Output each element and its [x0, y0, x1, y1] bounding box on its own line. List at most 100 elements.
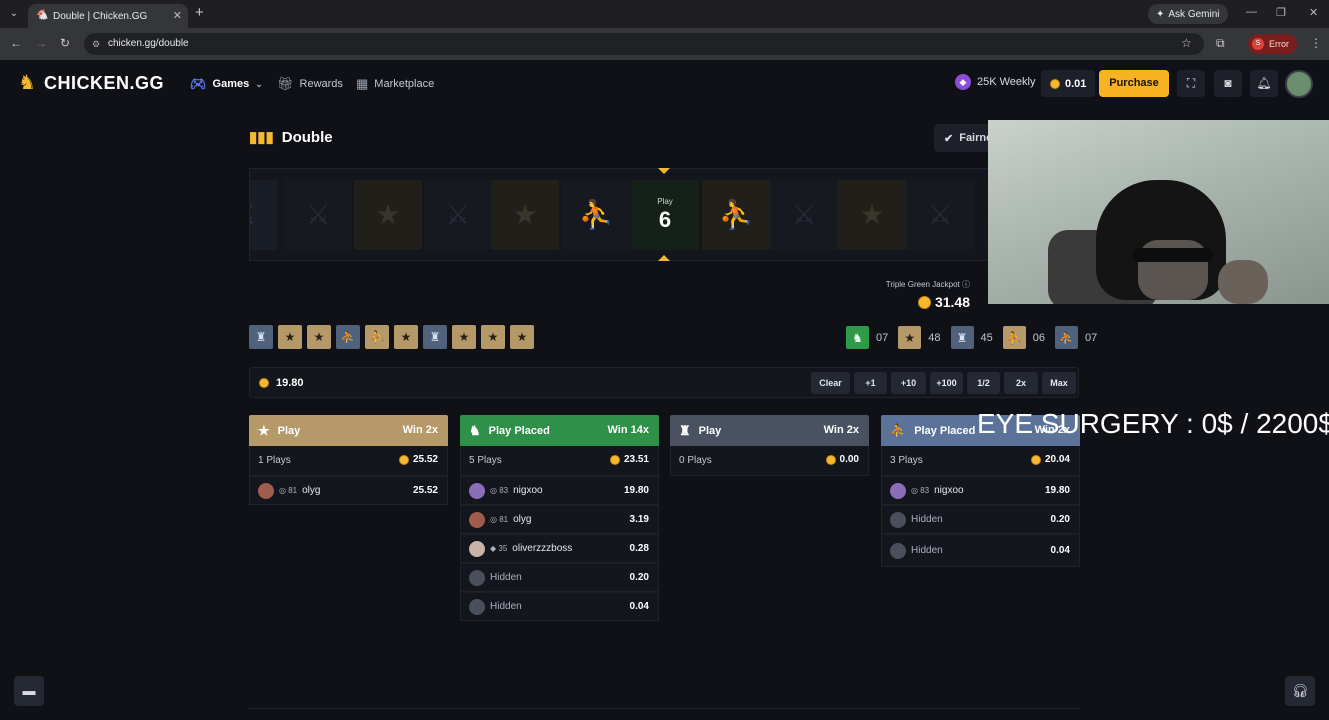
profile-avatar: S — [1252, 38, 1264, 50]
profile-error-button[interactable]: S Error — [1248, 34, 1297, 54]
chat-icon[interactable]: ▬ — [14, 676, 44, 706]
bookmark-star-icon[interactable]: ☆ — [1181, 36, 1192, 50]
new-tab-button[interactable]: + — [195, 4, 204, 21]
nav-rewards[interactable]: 🎁︎ Rewards — [277, 76, 343, 92]
player-level: ◎ 83 — [911, 486, 930, 495]
headset-support-icon[interactable]: 🎧︎ — [1285, 676, 1315, 706]
inventory-icon[interactable]: ◙ — [1214, 70, 1242, 97]
bet-column-silver: ♜ Play Win 2x 0 Plays 0.00 — [670, 415, 869, 476]
site-info-icon[interactable]: ⚙ — [92, 33, 100, 55]
history-chip-gold: ★ — [394, 325, 418, 349]
fullscreen-icon[interactable]: ⛶ — [1177, 70, 1205, 97]
plus-10-button[interactable]: +10 — [891, 372, 926, 394]
double-button[interactable]: 2x — [1004, 372, 1038, 394]
tab-search-button[interactable]: ⌄ — [6, 6, 22, 22]
extensions-icon[interactable]: ⧉ — [1216, 36, 1225, 51]
silver-ct-icon: ⛹ — [1055, 326, 1078, 349]
nav-games[interactable]: 🎮︎ Games ⌄ — [190, 76, 263, 92]
green-chicken-icon: ♞ — [469, 422, 481, 438]
bet-row: ◎ 83 nigxoo 19.80 — [460, 476, 659, 505]
bet-row: Hidden 0.20 — [460, 563, 659, 592]
restore-icon[interactable]: ❐ — [1276, 6, 1286, 19]
back-icon[interactable]: ← — [10, 36, 22, 50]
spinner-tile: ⛹ — [702, 180, 770, 250]
stat-green: ♞ 07 — [846, 326, 888, 349]
place-bet-green-button[interactable]: ♞ Play Placed Win 14x — [460, 415, 659, 446]
spinner-tile: ⚔ — [906, 180, 974, 250]
tab-close-icon[interactable]: ✕ — [173, 9, 182, 22]
triple-green-jackpot: Triple Green Jackpot ⓘ 31.48 — [885, 280, 970, 310]
minimize-icon[interactable]: — — [1246, 6, 1257, 18]
stat-silver: ♜ 45 — [950, 326, 993, 349]
page-title: ▮▮▮ Double — [249, 128, 333, 147]
spinner-pointer-top — [658, 168, 670, 174]
silver-wings-icon: ♜ — [950, 326, 974, 349]
stat-gold: ★ 48 — [898, 326, 941, 349]
player-level: ◎ 81 — [279, 486, 298, 495]
nav-marketplace[interactable]: ▦ Marketplace — [356, 76, 434, 92]
spinner-tile: ⚔ — [250, 180, 278, 250]
store-icon: ▦ — [356, 76, 369, 91]
roll-history: ♜ ★ ★ ⛹ ⛹ ★ ♜ ★ ★ ★ — [249, 325, 534, 349]
address-bar[interactable]: ⚙ chicken.gg/double — [84, 33, 1204, 55]
bet-amount-bar[interactable]: 19.80 Clear +1 +10 +100 1/2 2x Max — [249, 367, 1079, 398]
gift-icon: 🎁︎ — [277, 76, 294, 91]
tab-title: Double | Chicken.GG — [53, 10, 148, 22]
history-chip-gold: ⛹ — [365, 325, 389, 349]
spinner-tile: ★ — [354, 180, 422, 250]
footer-divider — [249, 708, 1079, 709]
gold-terrorist-icon: ⛹ — [1002, 326, 1026, 349]
info-icon[interactable]: ⓘ — [962, 280, 970, 289]
half-button[interactable]: 1/2 — [967, 372, 1000, 394]
spinner-center-tile: Play 6 — [631, 180, 699, 250]
bet-column-green: ♞ Play Placed Win 14x 5 Plays 23.51 ◎ 83… — [460, 415, 659, 621]
balance-display[interactable]: 0.01 — [1041, 70, 1096, 97]
hidden-player-avatar — [890, 511, 906, 528]
player-avatar — [469, 482, 485, 499]
bet-row: ◎ 81 olyg 3.19 — [460, 505, 659, 534]
stat-silver-ct: ⛹ 07 — [1055, 326, 1097, 349]
max-button[interactable]: Max — [1042, 372, 1076, 394]
green-chicken-icon: ♞ — [846, 326, 869, 349]
browser-menu-icon[interactable]: ⋮ — [1310, 36, 1322, 50]
double-game-icon: ▮▮▮ — [249, 129, 274, 146]
window-close-icon[interactable]: ✕ — [1309, 6, 1318, 19]
bet-row: Hidden 0.04 — [881, 534, 1080, 567]
bet-row: Hidden 0.04 — [460, 592, 659, 621]
gold-star-icon: ★ — [898, 326, 922, 349]
site-logo[interactable]: ♞ CHICKEN.GG — [18, 72, 164, 94]
place-bet-silver-button[interactable]: ♜ Play Win 2x — [670, 415, 869, 446]
bell-icon[interactable]: 🔔︎ — [1250, 70, 1278, 97]
coin-icon — [917, 295, 931, 309]
clear-button[interactable]: Clear — [811, 372, 850, 394]
coin-icon — [1050, 78, 1060, 89]
history-chip-gold: ★ — [481, 325, 505, 349]
plus-100-button[interactable]: +100 — [930, 372, 963, 394]
history-chip-gold: ★ — [278, 325, 302, 349]
plus-1-button[interactable]: +1 — [854, 372, 887, 394]
purchase-button[interactable]: Purchase — [1099, 70, 1169, 97]
user-avatar[interactable] — [1285, 70, 1313, 98]
forward-icon[interactable]: → — [35, 36, 47, 50]
place-bet-gold-button[interactable]: ★ Play Win 2x — [249, 415, 448, 446]
gamepad-icon: 🎮︎ — [190, 76, 207, 91]
history-chip-silver: ⛹ — [336, 325, 360, 349]
spinner-tile: ★ — [838, 180, 906, 250]
coin-icon — [398, 454, 409, 465]
browser-tab[interactable]: 🐔 Double | Chicken.GG ✕ — [28, 4, 188, 28]
bet-column-gold: ★ Play Win 2x 1 Plays 25.52 ◎ 81 olyg 25… — [249, 415, 448, 505]
chevron-down-icon: ⌄ — [255, 78, 263, 89]
chicken-logo-icon: ♞ — [18, 72, 36, 94]
player-level: ◆ 35 — [490, 544, 508, 553]
reload-icon[interactable]: ↻ — [60, 36, 70, 50]
column-summary: 0 Plays 0.00 — [670, 446, 869, 476]
player-level: ◎ 81 — [490, 515, 509, 524]
bet-amount-input[interactable]: 19.80 — [259, 368, 304, 397]
spinner-tile: ⛹ — [562, 180, 630, 250]
column-summary: 3 Plays 20.04 — [881, 446, 1080, 476]
ask-gemini-button[interactable]: ✦ Ask Gemini — [1148, 4, 1228, 24]
spinner-tile: ⚔ — [770, 180, 838, 250]
weekly-race-link[interactable]: ◆ 25K Weekly — [955, 74, 1036, 90]
player-avatar — [890, 482, 906, 499]
coin-icon — [825, 454, 836, 465]
